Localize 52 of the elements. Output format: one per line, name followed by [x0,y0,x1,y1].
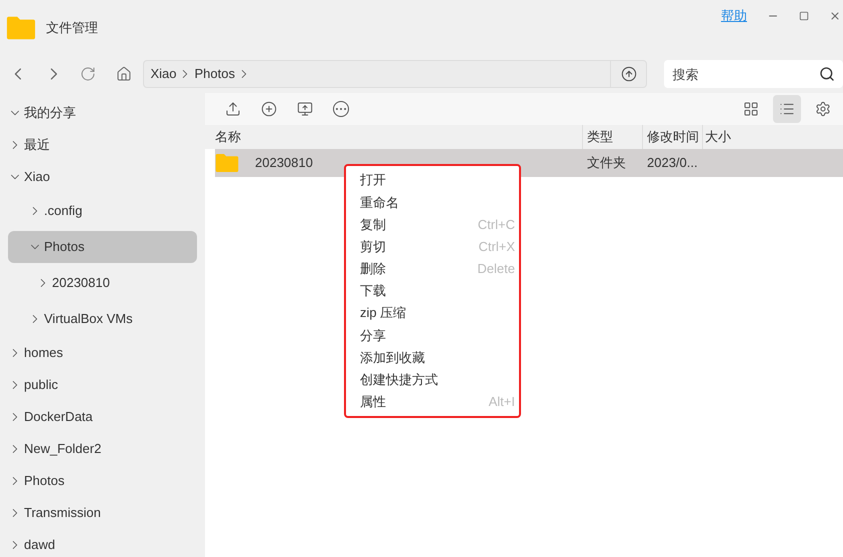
menu-item[interactable]: 创建快捷方式 [346,368,519,391]
tree-item[interactable]: DockerData [0,401,205,433]
tree-item[interactable]: Photos [8,231,197,263]
tree-item[interactable]: public [0,369,205,401]
tree-item[interactable]: 20230810 [8,267,197,299]
upload-icon[interactable] [225,101,241,117]
breadcrumb-item[interactable]: Photos [194,64,235,84]
more-icon[interactable] [333,101,349,117]
tree-item[interactable]: Photos [0,465,205,497]
tree-item[interactable]: homes [0,337,205,369]
tree-item[interactable]: 最近 [0,129,205,161]
home-icon[interactable] [116,66,132,82]
menu-item[interactable]: 属性 Alt+I [346,390,519,414]
menu-item[interactable]: 删除 Delete [346,258,519,280]
shortcut-label: Alt+I [488,393,515,412]
upload-icon[interactable] [620,66,637,82]
tree-item[interactable]: dawd [0,529,205,557]
shortcut-label: Delete [477,260,515,278]
search-icon[interactable] [819,66,836,82]
breadcrumb-item[interactable]: Xiao [150,64,176,84]
menu-item[interactable]: 下载 [346,280,519,302]
grid-view-icon [743,101,759,117]
menu-item[interactable]: 剪切 Ctrl+X [346,236,519,258]
folder-icon [215,153,239,173]
tree-item[interactable]: Transmission [0,497,205,529]
shortcut-label: Ctrl+C [478,216,515,234]
tree-item[interactable]: Xiao [0,161,205,193]
maximize-icon[interactable] [799,10,809,21]
menu-item[interactable]: 重命名 [346,191,519,214]
tree-item[interactable]: New_Folder2 [0,433,205,465]
menu-item[interactable]: 分享 [346,324,519,346]
list-view-button[interactable] [773,95,801,123]
plus-circle-icon[interactable] [261,101,277,117]
search-field[interactable]: 搜索 [664,60,843,88]
tree-item[interactable]: 我的分享 [0,97,205,129]
menu-item[interactable]: zip 压缩 [346,302,519,324]
menu-item[interactable]: 复制 Ctrl+C [346,213,519,236]
path-bar[interactable]: Xiao Photos [143,60,648,88]
shortcut-label: Ctrl+X [478,238,515,256]
file-name: 20230810 [255,154,313,172]
refresh-icon[interactable] [80,66,96,82]
window-title: 文件管理 [46,18,98,37]
menu-item[interactable]: 添加到收藏 [346,346,519,369]
file-modified: 2023/0... [646,154,698,172]
tree-item[interactable]: VirtualBox VMs [8,303,197,335]
column-header[interactable]: 大小 [703,125,731,149]
tree-item[interactable]: .config [8,195,197,227]
settings-icon[interactable] [815,101,831,117]
file-type: 文件夹 [586,154,627,172]
folder-icon [6,14,36,40]
close-icon[interactable] [829,10,841,22]
monitor-icon[interactable] [297,101,313,117]
